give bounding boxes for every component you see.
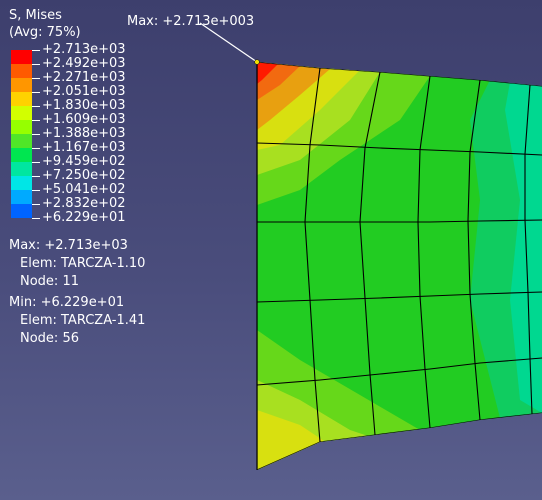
legend-value: +1.388e+03	[42, 126, 126, 141]
legend-swatch	[11, 92, 32, 106]
min-value-label: Min: +6.229e+01	[9, 295, 125, 310]
legend-value: +5.041e+02	[42, 182, 126, 197]
legend-value: +7.250e+02	[42, 168, 126, 183]
legend-tick	[32, 92, 40, 93]
legend-swatch	[11, 120, 32, 134]
legend-title: S, Mises	[9, 8, 62, 23]
legend-swatch	[11, 204, 32, 218]
max-callout-label: Max: +2.713e+003	[127, 14, 255, 29]
legend-tick	[32, 134, 40, 135]
legend-swatch	[11, 78, 32, 92]
legend-value: +1.609e+03	[42, 112, 126, 127]
max-elem-label: Elem: TARCZA-1.10	[20, 256, 146, 271]
max-value-label: Max: +2.713e+03	[9, 238, 128, 253]
legend-value: +1.167e+03	[42, 140, 126, 155]
legend-swatch	[11, 50, 32, 64]
legend-value: +6.229e+01	[42, 210, 126, 225]
min-node-label: Node: 56	[20, 331, 79, 346]
legend-swatch	[11, 190, 32, 204]
legend-tick	[32, 148, 40, 149]
legend-tick	[32, 176, 40, 177]
legend-tick	[32, 64, 40, 65]
legend-swatch	[11, 176, 32, 190]
min-elem-label: Elem: TARCZA-1.41	[20, 313, 146, 328]
legend-value: +2.713e+03	[42, 42, 126, 57]
legend-tick	[32, 120, 40, 121]
legend-value: +1.830e+03	[42, 98, 126, 113]
max-node-marker[interactable]	[254, 59, 260, 65]
legend-tick	[32, 50, 40, 51]
legend-value: +2.832e+02	[42, 196, 126, 211]
legend-tick	[32, 204, 40, 205]
legend-value: +2.492e+03	[42, 56, 126, 71]
legend-subtitle: (Avg: 75%)	[9, 25, 81, 40]
legend-swatch	[11, 106, 32, 120]
legend-swatch	[11, 134, 32, 148]
legend-tick	[32, 162, 40, 163]
legend-tick	[32, 106, 40, 107]
legend-tick	[32, 78, 40, 79]
legend-swatch	[11, 148, 32, 162]
legend-tick	[32, 218, 40, 219]
max-node-label: Node: 11	[20, 274, 79, 289]
legend-value: +2.271e+03	[42, 70, 126, 85]
legend-swatch	[11, 162, 32, 176]
contour-viewport[interactable]: Max: +2.713e+003 S, Mises (Avg: 75%) +2.…	[0, 0, 542, 500]
legend-tick	[32, 190, 40, 191]
legend-value: +2.051e+03	[42, 84, 126, 99]
legend-value: +9.459e+02	[42, 154, 126, 169]
legend-swatch	[11, 64, 32, 78]
